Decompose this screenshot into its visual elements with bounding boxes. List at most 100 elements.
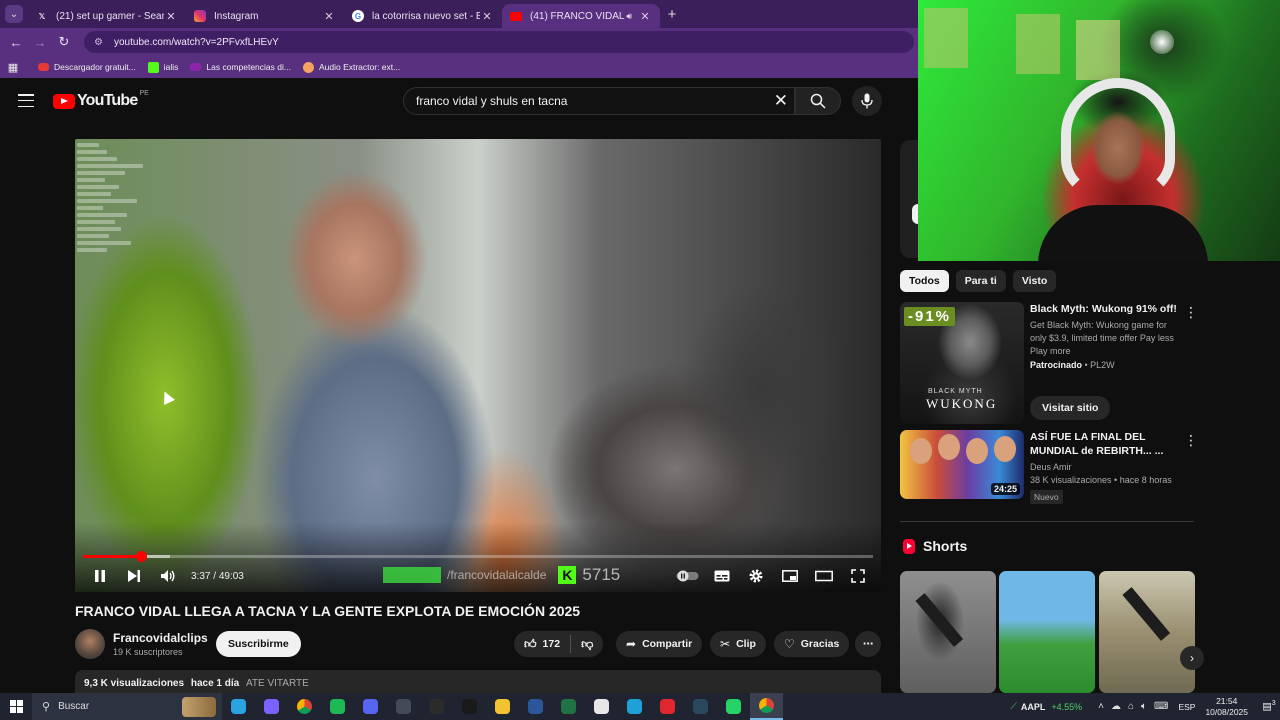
bookmark-3[interactable]: Las competencias di...: [190, 62, 291, 72]
description-tag[interactable]: ATE VITARTE: [246, 678, 309, 689]
back-arrow-icon[interactable]: ←: [4, 35, 28, 50]
close-icon[interactable]: ✕: [480, 10, 494, 23]
video-thumbnail[interactable]: 24:25: [900, 430, 1024, 499]
taskbar-app[interactable]: [288, 693, 321, 720]
taskbar-app[interactable]: [486, 693, 519, 720]
tab-x[interactable]: 𝕏 (21) set up gamer - Search / X ✕: [28, 4, 186, 28]
thumb-face: [994, 436, 1016, 462]
short-thumbnail-2[interactable]: [999, 571, 1095, 693]
close-icon[interactable]: ✕: [638, 10, 652, 23]
pause-button[interactable]: [83, 563, 117, 589]
taskbar-app[interactable]: [717, 693, 750, 720]
ad-companion-card[interactable]: [900, 140, 918, 258]
reload-icon[interactable]: ↻: [52, 34, 76, 50]
miniplayer-button[interactable]: [773, 563, 807, 589]
thanks-button[interactable]: ♡ Gracias: [774, 631, 850, 657]
tab-youtube[interactable]: (41) FRANCO VIDAL LLEGA 🔊︎ ✕: [502, 4, 660, 28]
chip-todos[interactable]: Todos: [900, 270, 949, 292]
taskbar-app[interactable]: [255, 693, 288, 720]
subscribe-button[interactable]: Suscribirme: [216, 631, 301, 657]
thumb-face: [938, 434, 960, 460]
subtitles-button[interactable]: [705, 563, 739, 589]
recommended-video[interactable]: 24:25 ASÍ FUE LA FINAL DEL MUNDIAL de RE…: [900, 430, 1200, 505]
taskbar-app[interactable]: [552, 693, 585, 720]
short-thumbnail-1[interactable]: [900, 571, 996, 693]
video-player[interactable]: /francovidalalcalde K 5715 3:37 / 49:03: [75, 139, 881, 592]
channel-avatar[interactable]: [75, 629, 105, 659]
new-tab-button[interactable]: +: [660, 6, 684, 23]
language-indicator[interactable]: ESP: [1178, 702, 1195, 712]
taskbar-app[interactable]: [585, 693, 618, 720]
bookmark-1[interactable]: Descargador gratuit...: [38, 62, 136, 72]
ad-title[interactable]: Black Myth: Wukong 91% off!: [1030, 302, 1180, 316]
chip-visto[interactable]: Visto: [1012, 270, 1057, 292]
tab-instagram[interactable]: Instagram ✕: [186, 4, 344, 28]
taskbar-app[interactable]: [420, 693, 453, 720]
notification-button[interactable]: ▤3: [1258, 700, 1280, 712]
channel-name[interactable]: Francovidalclips: [113, 631, 208, 645]
network-icon[interactable]: ⌂: [1128, 701, 1134, 712]
share-button[interactable]: ➦ Compartir: [616, 631, 703, 657]
search-button[interactable]: [795, 87, 841, 115]
progress-bar[interactable]: [83, 551, 873, 562]
thumbs-up-icon[interactable]: 👍︎: [524, 637, 537, 652]
visit-site-button[interactable]: Visitar sitio: [1030, 396, 1111, 420]
taskbar-app[interactable]: [387, 693, 420, 720]
ad-thumbnail[interactable]: -91% BLACK MYTH WUKONG: [900, 302, 1024, 424]
tab-google[interactable]: G la cotorrisa nuevo set - Buscar ✕: [344, 4, 502, 28]
clip-button[interactable]: ✂︎ Clip: [710, 631, 766, 657]
speaker-icon[interactable]: 🔊︎: [626, 11, 632, 22]
bookmark-4[interactable]: Audio Extractor: ext...: [302, 61, 400, 73]
clear-search-icon[interactable]: ✕: [774, 92, 788, 110]
taskbar-app[interactable]: [321, 693, 354, 720]
volume-button[interactable]: [151, 563, 185, 589]
taskbar-app[interactable]: [453, 693, 486, 720]
more-actions-button[interactable]: ⋯: [855, 631, 881, 657]
clock[interactable]: 21:54 10/08/2025: [1205, 696, 1248, 718]
taskbar-app[interactable]: [750, 693, 783, 720]
forward-arrow-icon[interactable]: →: [28, 35, 52, 50]
address-bar[interactable]: ⚙︎ youtube.com/watch?v=2PFvxfLHEvY: [84, 31, 914, 53]
autoplay-toggle[interactable]: [671, 563, 705, 589]
channel-name[interactable]: Deus Amir: [1030, 461, 1180, 474]
thumbs-down-icon[interactable]: 👎︎: [581, 637, 593, 652]
sponsored-ad-item[interactable]: -91% BLACK MYTH WUKONG Black Myth: Wukon…: [900, 302, 1200, 424]
taskbar-app[interactable]: [684, 693, 717, 720]
like-count[interactable]: 172: [543, 638, 561, 650]
fullscreen-button[interactable]: [841, 563, 875, 589]
taskbar-app[interactable]: [618, 693, 651, 720]
apps-grid-icon[interactable]: ▦: [0, 61, 26, 74]
taskbar-app[interactable]: [222, 693, 255, 720]
tab-search-button[interactable]: ⌄: [0, 0, 28, 28]
taskbar-app[interactable]: [354, 693, 387, 720]
youtube-logo[interactable]: YouTube PE: [53, 90, 149, 110]
theater-mode-button[interactable]: [807, 563, 841, 589]
stock-widget[interactable]: ⟋ AAPL +4.55%: [1011, 701, 1083, 712]
time-display: 3:37 / 49:03: [191, 570, 244, 582]
taskbar-app[interactable]: [519, 693, 552, 720]
chevron-right-icon[interactable]: ›: [1180, 646, 1204, 670]
video-title[interactable]: ASÍ FUE LA FINAL DEL MUNDIAL de REBIRTH.…: [1030, 430, 1180, 458]
start-button[interactable]: [0, 700, 32, 713]
keyboard-icon[interactable]: ⌨︎: [1154, 701, 1168, 712]
site-info-icon[interactable]: ⚙︎: [94, 37, 106, 48]
settings-button[interactable]: [739, 563, 773, 589]
volume-icon[interactable]: 🔈︎: [1141, 701, 1147, 712]
taskbar-app[interactable]: [651, 693, 684, 720]
voice-search-button[interactable]: [852, 86, 882, 116]
chevron-up-icon[interactable]: ˄: [1098, 701, 1104, 712]
description-box[interactable]: 9,3 K visualizaciones hace 1 día ATE VIT…: [75, 670, 881, 694]
bookmark-2[interactable]: ialis: [147, 61, 178, 73]
close-icon[interactable]: ✕: [322, 10, 336, 23]
close-icon[interactable]: ✕: [164, 10, 178, 23]
short-thumbnail-3[interactable]: [1099, 571, 1195, 693]
search-input[interactable]: franco vidal y shuls en tacna ✕: [403, 87, 795, 115]
taskbar-search[interactable]: ⚲ Buscar: [32, 693, 222, 720]
cloud-icon[interactable]: ☁︎: [1111, 701, 1121, 712]
next-button[interactable]: [117, 563, 151, 589]
menu-icon[interactable]: [18, 94, 34, 107]
chip-para-ti[interactable]: Para ti: [955, 270, 1006, 292]
more-vert-icon[interactable]: ⋮: [1184, 432, 1198, 449]
more-vert-icon[interactable]: ⋮: [1184, 304, 1198, 321]
thumb-face: [910, 438, 932, 464]
